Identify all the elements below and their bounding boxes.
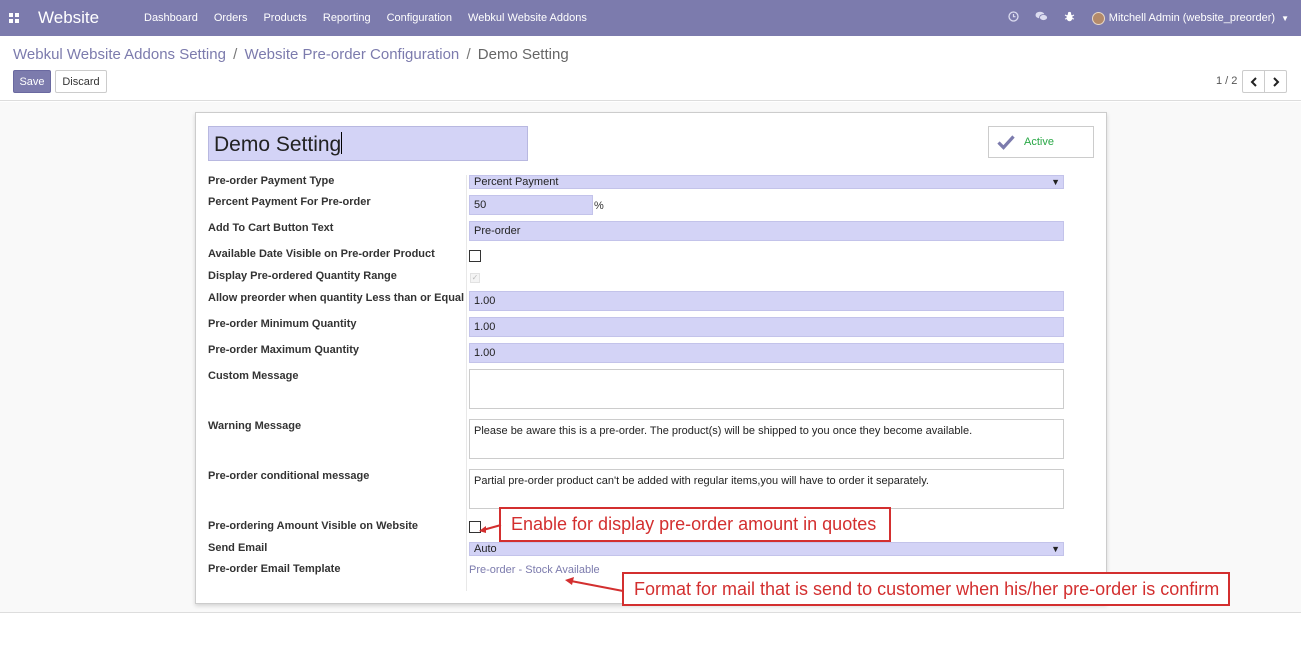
cart-text-input[interactable]: Pre-order [469,221,1064,241]
qty-range-checkbox: ✓ [470,273,480,283]
custom-message-textarea[interactable] [469,369,1064,409]
active-toggle-button[interactable]: Active [988,126,1094,158]
top-navbar: Website Dashboard Orders Products Report… [0,0,1301,36]
annotation-arrow-icon [565,577,624,592]
annotation-mail-callout: Format for mail that is send to customer… [622,572,1230,606]
label-percent-payment: Percent Payment For Pre-order [208,196,371,208]
menu-products[interactable]: Products [255,12,314,24]
email-template-link[interactable]: Pre-order - Stock Available [469,564,600,576]
label-custom-message: Custom Message [208,370,299,382]
label-warning-message: Warning Message [208,420,302,432]
max-qty-input[interactable]: 1.00 [469,343,1064,363]
payment-type-value: Percent Payment [474,176,559,188]
breadcrumb-preorder-config[interactable]: Website Pre-order Configuration [244,46,459,63]
breadcrumb-separator: / [466,46,471,63]
field-divider [466,175,467,591]
chat-icon[interactable] [1028,11,1056,25]
breadcrumb-addons-setting[interactable]: Webkul Website Addons Setting [13,46,226,63]
app-brand[interactable]: Website [38,8,136,28]
label-conditional-message: Pre-order conditional message [208,470,370,482]
user-menu[interactable]: Mitchell Admin (website_preorder) ▼ [1084,11,1301,25]
bug-icon[interactable] [1056,11,1084,25]
breadcrumb-current: Demo Setting [477,46,569,63]
chevron-right-icon [1272,76,1279,87]
caret-down-icon: ▼ [1281,13,1289,23]
menu-configuration[interactable]: Configuration [379,12,460,24]
pager-value[interactable]: 1 / 2 [1216,75,1237,87]
label-max-qty: Pre-order Maximum Quantity [208,344,359,356]
menu-orders[interactable]: Orders [206,12,256,24]
name-field[interactable]: Demo Setting [208,126,528,161]
avatar [1091,11,1105,25]
annotation-mail-text: Format for mail that is send to customer… [634,578,1220,599]
pager-next-button[interactable] [1264,70,1287,93]
breadcrumb: Webkul Website Addons Setting / Website … [13,46,569,63]
payment-type-select[interactable]: Percent Payment ▼ [469,175,1064,189]
label-qty-range: Display Pre-ordered Quantity Range [208,270,397,282]
active-label: Active [1024,136,1054,148]
chevron-left-icon [1250,76,1257,87]
caret-down-icon: ▼ [1051,544,1060,554]
percent-payment-input[interactable]: 50 [469,195,593,215]
label-allow-less: Allow preorder when quantity Less than o… [208,292,465,304]
conditional-message-textarea[interactable]: Partial pre-order product can't be added… [469,469,1064,509]
menu-dashboard[interactable]: Dashboard [136,12,206,24]
control-panel: Webkul Website Addons Setting / Website … [0,36,1301,101]
user-name: Mitchell Admin (website_preorder) [1108,12,1276,24]
warning-message-textarea[interactable]: Please be aware this is a pre-order. The… [469,419,1064,459]
label-send-email: Send Email [208,542,268,554]
min-qty-input[interactable]: 1.00 [469,317,1064,337]
available-date-checkbox[interactable] [469,250,481,262]
label-amount-visible: Pre-ordering Amount Visible on Website [208,520,419,532]
menu-reporting[interactable]: Reporting [315,12,379,24]
pager-previous-button[interactable] [1242,70,1265,93]
name-value: Demo Setting [214,133,342,156]
label-email-template: Pre-order Email Template [208,563,341,575]
main-menu: Dashboard Orders Products Reporting Conf… [136,12,595,24]
label-cart-text: Add To Cart Button Text [208,222,334,234]
annotation-arrow-icon [479,524,502,533]
label-payment-type: Pre-order Payment Type [208,175,335,187]
annotation-amount-callout: Enable for display pre-order amount in q… [499,507,891,542]
check-icon [997,135,1015,150]
menu-webkul-addons[interactable]: Webkul Website Addons [460,12,595,24]
caret-down-icon: ▼ [1051,177,1060,187]
save-button[interactable]: Save [13,70,51,93]
label-min-qty: Pre-order Minimum Quantity [208,318,357,330]
clock-icon[interactable] [1000,11,1028,25]
percent-sign: % [594,200,604,212]
apps-menu-icon[interactable] [0,0,28,36]
allow-less-input[interactable]: 1.00 [469,291,1064,311]
label-available-date: Available Date Visible on Pre-order Prod… [208,248,435,260]
send-email-select[interactable]: Auto ▼ [469,542,1064,556]
discard-button[interactable]: Discard [55,70,107,93]
send-email-value: Auto [474,543,497,555]
breadcrumb-separator: / [233,46,238,63]
annotation-amount-text: Enable for display pre-order amount in q… [511,514,877,534]
